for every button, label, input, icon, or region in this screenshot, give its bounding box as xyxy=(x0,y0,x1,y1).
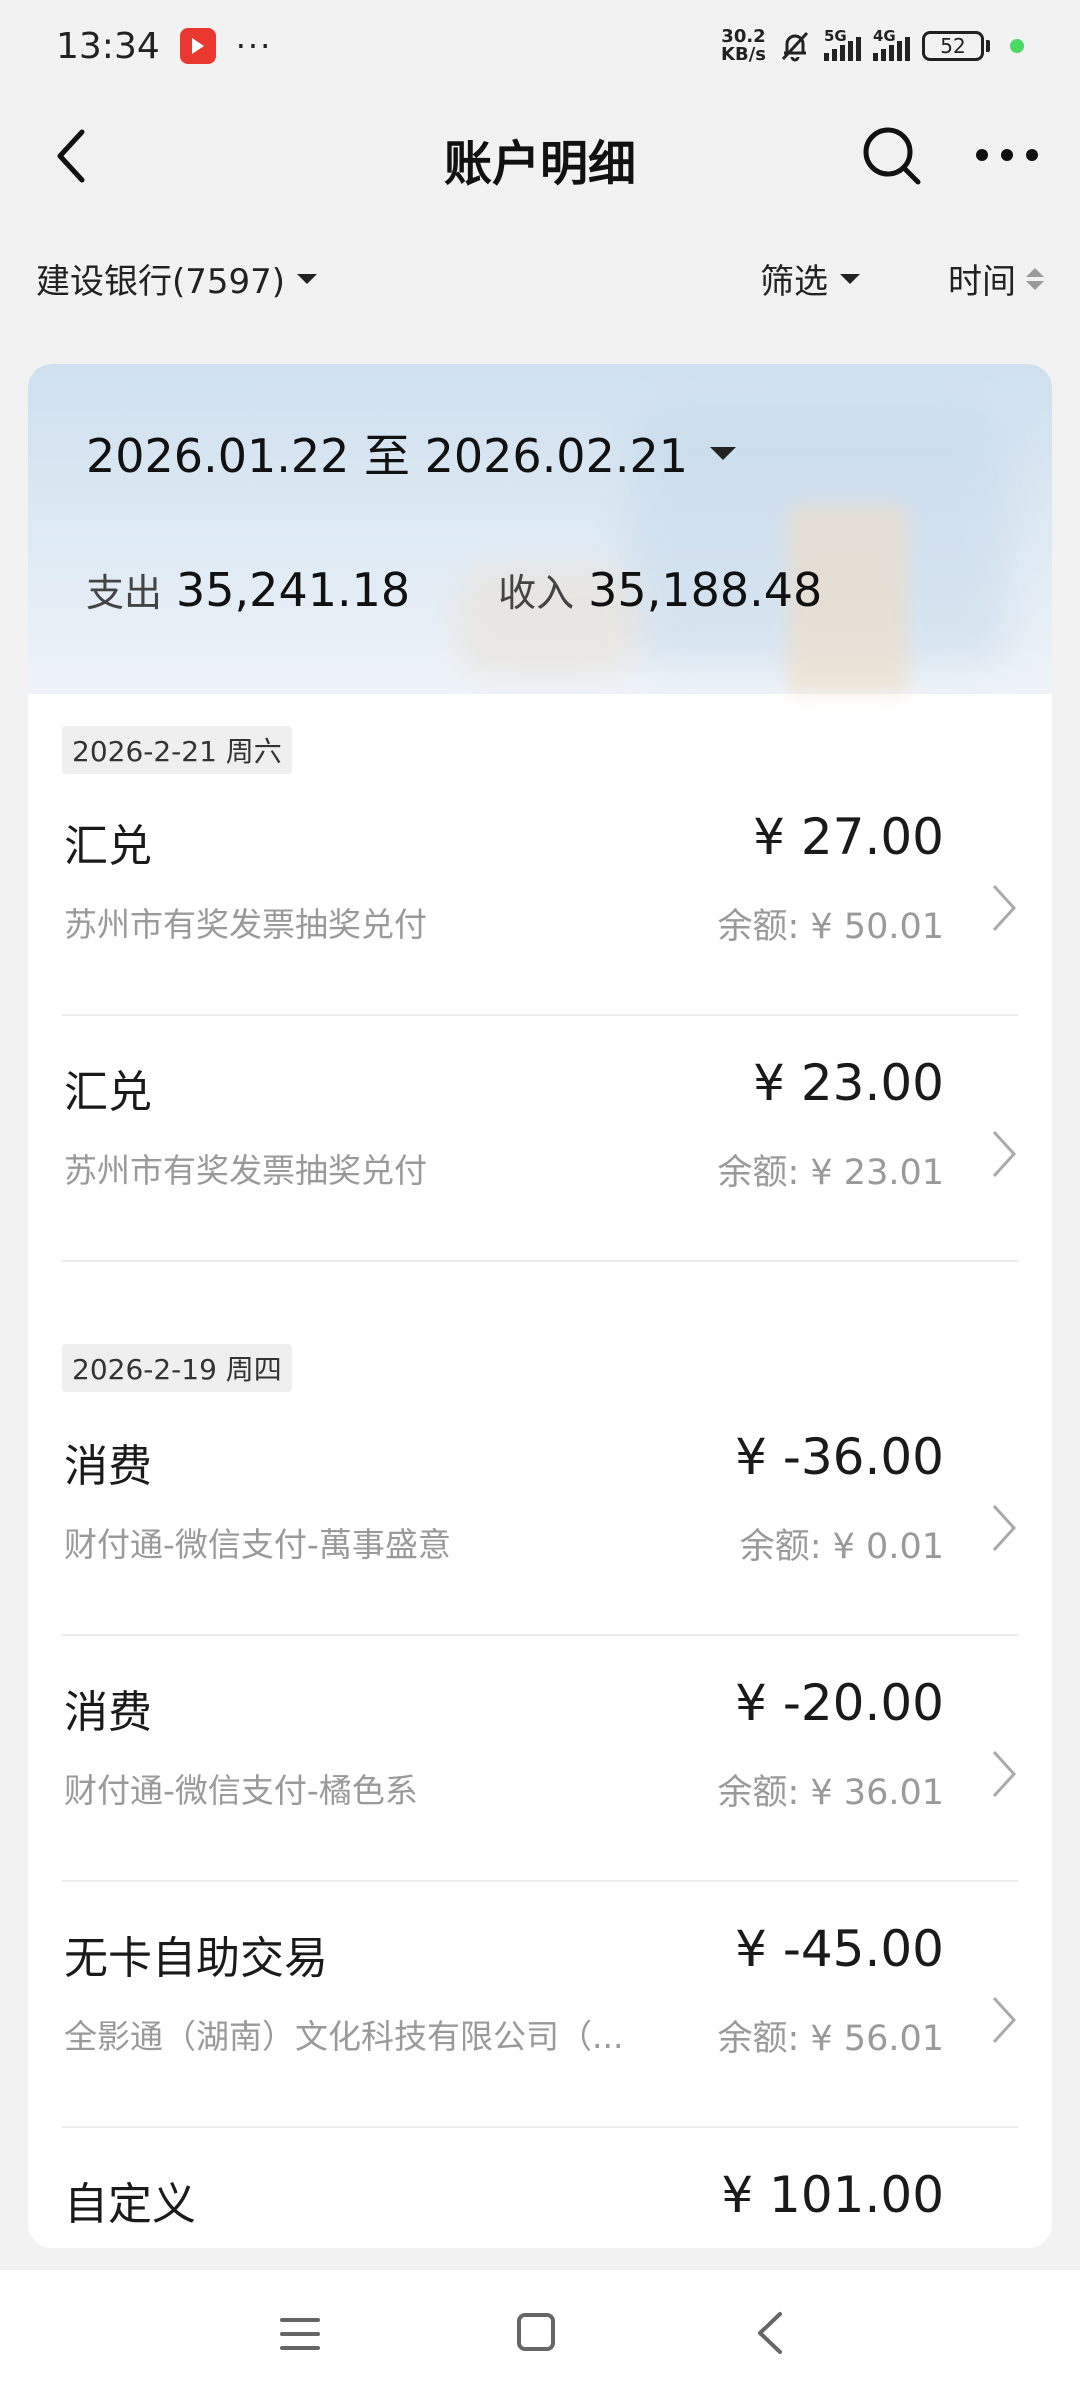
transaction-amount: ¥ 27.00 xyxy=(753,808,944,866)
time-sort-label: 时间 xyxy=(948,262,1016,302)
video-app-icon xyxy=(179,28,216,64)
chevron-right-icon xyxy=(992,884,1017,932)
divider xyxy=(62,1260,1018,1262)
transaction-row[interactable]: 汇兑 ¥ 23.00 苏州市有奖发票抽奖兑付 余额: ¥ 23.01 xyxy=(28,1016,1052,1262)
filter-row: 建设银行(7597) 筛选 时间 xyxy=(0,240,1080,310)
status-time: 13:34 xyxy=(56,25,160,67)
transaction-amount: ¥ 101.00 xyxy=(721,2166,944,2224)
system-navigation-bar xyxy=(0,2270,1080,2400)
transaction-row[interactable]: 消费 ¥ -20.00 财付通-微信支付-橘色系 余额: ¥ 36.01 xyxy=(28,1636,1052,1882)
battery-icon: 52 xyxy=(922,31,984,61)
network-speed: 30.2 KB/s xyxy=(721,28,766,64)
network-speed-unit: KB/s xyxy=(721,44,766,65)
income-value: 35,188.48 xyxy=(588,563,823,617)
signal-4g-icon: 4G xyxy=(873,27,910,61)
date-range-label: 2026.01.22 至 2026.02.21 xyxy=(86,429,688,483)
transactions-card: 2026.01.22 至 2026.02.21 支出 35,241.18 收入 … xyxy=(28,364,1052,2248)
mute-bell-icon xyxy=(781,31,809,62)
transaction-row[interactable]: 自定义 ¥ 101.00 xyxy=(28,2128,1052,2248)
transaction-amount: ¥ -45.00 xyxy=(735,1920,944,1978)
more-icon[interactable] xyxy=(974,130,1040,180)
filter-button-label: 筛选 xyxy=(760,262,828,302)
expense-label: 支出 xyxy=(86,571,163,615)
status-bar: 13:34 ··· 30.2 KB/s 5G 4G 52 xyxy=(0,0,1080,92)
caret-down-icon xyxy=(710,446,736,460)
signal-5g-icon: 5G xyxy=(824,27,861,61)
income-label: 收入 xyxy=(498,571,575,615)
summary-banner: 2026.01.22 至 2026.02.21 支出 35,241.18 收入 … xyxy=(28,364,1052,694)
transaction-type: 汇兑 xyxy=(64,821,152,872)
chevron-right-icon xyxy=(992,1750,1017,1798)
caret-down-icon xyxy=(297,273,318,284)
menu-icon[interactable] xyxy=(280,2314,320,2354)
sort-arrows-icon xyxy=(1026,267,1044,290)
signal-4g-label: 4G xyxy=(873,27,896,45)
search-icon[interactable] xyxy=(860,124,922,186)
date-header: 2026-2-19 周四 xyxy=(62,1344,292,1392)
totals: 支出 35,241.18 收入 35,188.48 xyxy=(86,562,822,617)
home-icon[interactable] xyxy=(516,2312,556,2352)
header: 账户明细 xyxy=(0,100,1080,210)
signal-5g-label: 5G xyxy=(824,27,847,45)
transaction-type: 汇兑 xyxy=(64,1067,152,1118)
transaction-amount: ¥ 23.00 xyxy=(753,1054,944,1112)
battery-tip xyxy=(986,40,990,52)
chevron-right-icon xyxy=(992,1504,1017,1552)
status-more-dots: ··· xyxy=(235,27,273,65)
transaction-row[interactable]: 无卡自助交易 ¥ -45.00 全影通（湖南）文化科技有限公司（... 余额: … xyxy=(28,1882,1052,2128)
transaction-description: 财付通-微信支付-橘色系 xyxy=(64,1771,418,1810)
transaction-type: 消费 xyxy=(64,1441,152,1492)
transaction-row[interactable]: 汇兑 ¥ 27.00 苏州市有奖发票抽奖兑付 余额: ¥ 50.01 xyxy=(28,770,1052,1016)
account-selector[interactable]: 建设银行(7597) xyxy=(36,254,318,303)
time-sort-button[interactable]: 时间 xyxy=(948,254,1044,303)
transaction-description: 苏州市有奖发票抽奖兑付 xyxy=(64,1151,427,1190)
transaction-row[interactable]: 消费 ¥ -36.00 财付通-微信支付-萬事盛意 余额: ¥ 0.01 xyxy=(28,1390,1052,1636)
transaction-balance: 余额: ¥ 56.01 xyxy=(717,2019,944,2059)
date-header: 2026-2-21 周六 xyxy=(62,726,292,774)
caret-down-icon xyxy=(840,273,860,284)
transaction-description: 财付通-微信支付-萬事盛意 xyxy=(64,1525,451,1564)
chevron-right-icon xyxy=(992,1996,1017,2044)
transaction-balance: 余额: ¥ 50.01 xyxy=(717,907,944,947)
transaction-amount: ¥ -36.00 xyxy=(735,1428,944,1486)
transaction-type: 自定义 xyxy=(64,2179,196,2230)
chevron-right-icon xyxy=(992,1130,1017,1178)
expense-value: 35,241.18 xyxy=(176,563,411,617)
transaction-type: 消费 xyxy=(64,1687,152,1738)
date-range-selector[interactable]: 2026.01.22 至 2026.02.21 xyxy=(86,420,736,486)
transaction-description: 全影通（湖南）文化科技有限公司（... xyxy=(64,2017,624,2056)
transaction-description: 苏州市有奖发票抽奖兑付 xyxy=(64,905,427,944)
transaction-balance: 余额: ¥ 0.01 xyxy=(739,1527,944,1567)
account-selector-label: 建设银行(7597) xyxy=(36,262,286,302)
battery-level: 52 xyxy=(940,34,966,58)
back-icon[interactable] xyxy=(752,2310,788,2356)
transaction-amount: ¥ -20.00 xyxy=(735,1674,944,1732)
transaction-balance: 余额: ¥ 36.01 xyxy=(717,1773,944,1813)
privacy-indicator-dot xyxy=(1010,39,1024,53)
filter-button[interactable]: 筛选 xyxy=(760,254,860,303)
transaction-balance: 余额: ¥ 23.01 xyxy=(717,1153,944,1193)
transaction-type: 无卡自助交易 xyxy=(64,1933,328,1984)
